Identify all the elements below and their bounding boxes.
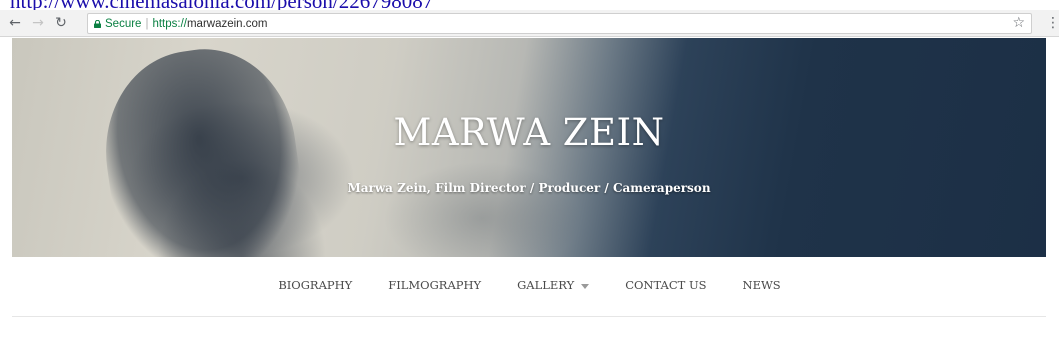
- kebab-menu-icon[interactable]: ⋮: [1046, 14, 1059, 32]
- reload-icon[interactable]: ↻: [52, 14, 70, 32]
- site-tagline: Marwa Zein, Film Director / Producer / C…: [347, 181, 711, 195]
- url-scheme: https://: [152, 17, 187, 30]
- main-navigation: BIOGRAPHY FILMOGRAPHY GALLERY CONTACT US…: [0, 272, 1059, 298]
- secure-label: Secure: [105, 17, 142, 30]
- nav-divider: [12, 316, 1046, 317]
- nav-item-biography[interactable]: BIOGRAPHY: [278, 278, 352, 292]
- nav-item-contact-us[interactable]: CONTACT US: [625, 278, 706, 292]
- nav-item-news[interactable]: NEWS: [743, 278, 781, 292]
- nav-item-gallery-label: GALLERY: [517, 278, 575, 292]
- star-icon[interactable]: ☆: [1012, 15, 1025, 32]
- nav-item-gallery[interactable]: GALLERY: [517, 278, 590, 292]
- lock-icon: [94, 19, 101, 28]
- forward-arrow-icon[interactable]: →: [29, 14, 47, 32]
- nav-item-filmography[interactable]: FILMOGRAPHY: [388, 278, 481, 292]
- browser-toolbar: ← → ↻ Secure | https:// marwazein.com ☆ …: [0, 10, 1059, 37]
- site-title[interactable]: MARWA ZEIN: [12, 111, 1046, 154]
- url-host: marwazein.com: [186, 17, 268, 30]
- hero-banner: MARWA ZEIN Marwa Zein, Film Director / P…: [12, 38, 1046, 257]
- back-arrow-icon[interactable]: ←: [6, 14, 24, 32]
- chevron-down-icon: [581, 283, 590, 289]
- address-bar[interactable]: Secure | https:// marwazein.com ☆: [87, 13, 1032, 34]
- url-separator: |: [145, 17, 149, 30]
